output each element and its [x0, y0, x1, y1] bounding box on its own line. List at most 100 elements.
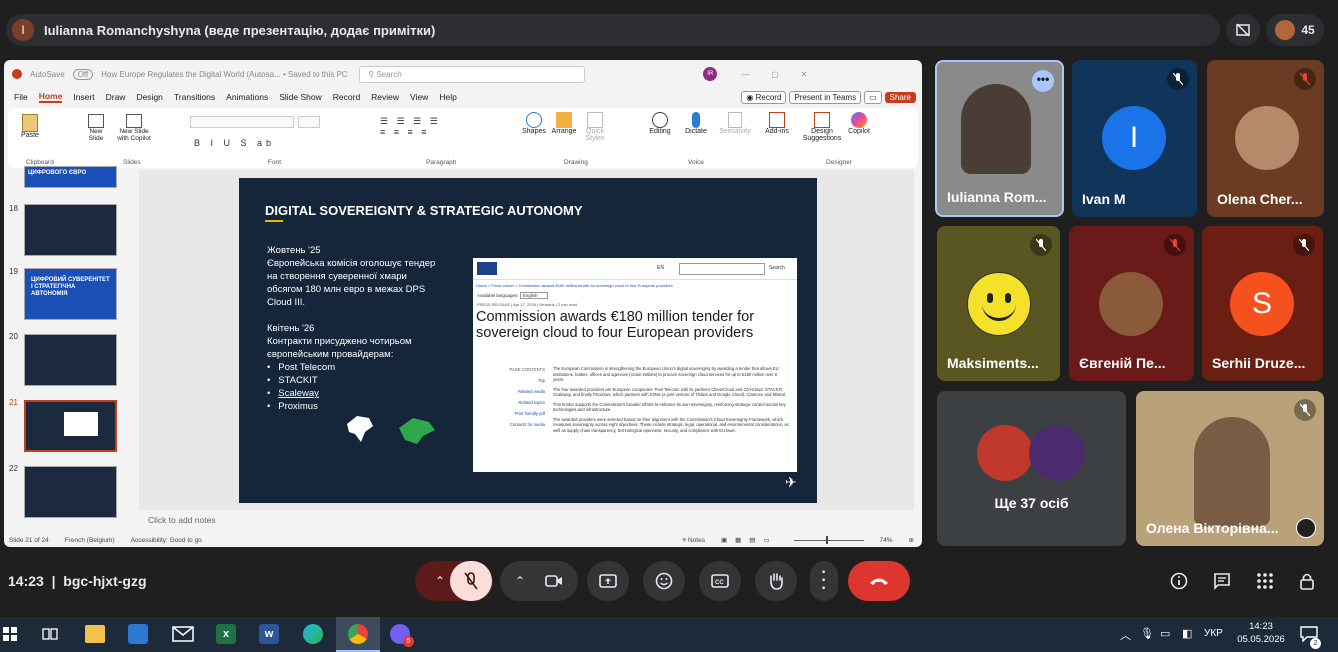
tile-yevhenii[interactable]: Євгеній Пе...	[1069, 226, 1194, 381]
slide-thumb-21[interactable]	[24, 400, 117, 452]
notification-icon[interactable]: 2	[1300, 626, 1321, 649]
menu-home[interactable]: Home	[38, 91, 63, 103]
tile-name: Serhii Druze...	[1212, 355, 1306, 371]
mic-options-chevron[interactable]: ⌃	[435, 574, 445, 588]
participants-button[interactable]: 45	[1266, 14, 1324, 46]
network-icon[interactable]: ◧	[1182, 627, 1192, 640]
editing-button[interactable]: Editing	[646, 112, 674, 135]
tile-ivan[interactable]: I Ivan M	[1072, 60, 1197, 217]
word-icon[interactable]: w	[259, 624, 279, 644]
menu-review[interactable]: Review	[371, 92, 399, 102]
view-buttons[interactable]: ▣▦▤▭	[721, 536, 778, 544]
font-format-buttons[interactable]: B I U S ab	[194, 138, 275, 148]
notes-pane[interactable]: Click to add notes	[139, 512, 914, 530]
tile-serhii[interactable]: S Serhii Druze...	[1202, 226, 1323, 381]
autosave-toggle[interactable]: Off	[72, 68, 94, 80]
present-screen-button[interactable]	[587, 561, 629, 601]
camera-options-chevron[interactable]: ⌃	[515, 574, 525, 588]
windows-start-icon[interactable]	[3, 627, 17, 646]
tile-name: Олена Вікторівна...	[1146, 520, 1279, 536]
tile-iulianna[interactable]: ••• Iulianna Rom...	[935, 60, 1064, 217]
user-avatar[interactable]: IR	[703, 67, 718, 81]
menu-slideshow[interactable]: Slide Show	[279, 92, 322, 102]
raise-hand-button[interactable]	[755, 561, 797, 601]
maximize-icon[interactable]: ▢	[771, 70, 779, 79]
dictate-button[interactable]: Dictate	[682, 112, 710, 135]
current-slide[interactable]: DIGITAL SOVEREIGNTY & STRATEGIC AUTONOMY…	[239, 178, 817, 503]
excel-icon[interactable]: x	[216, 624, 236, 644]
host-controls-icon[interactable]	[1298, 571, 1316, 596]
activities-icon[interactable]	[1256, 572, 1274, 595]
designer-label: Design Suggestions	[802, 128, 842, 142]
zoom-level[interactable]: 74%	[880, 537, 893, 544]
slide-thumb-22[interactable]	[24, 466, 117, 518]
menu-insert[interactable]: Insert	[73, 92, 94, 102]
fit-slide-icon[interactable]: ⊕	[909, 536, 914, 544]
viber-icon[interactable]: 5	[390, 624, 414, 647]
store-icon[interactable]	[128, 624, 148, 644]
sensitivity-button[interactable]: Sensitivity	[718, 112, 752, 135]
leave-call-button[interactable]	[848, 561, 910, 601]
edge-icon[interactable]	[303, 624, 323, 644]
camera-icon[interactable]	[545, 574, 563, 588]
tray-mic-icon[interactable]: 🎙	[1140, 627, 1154, 640]
tile-olena-viktorivna[interactable]: Олена Вікторівна...	[1136, 391, 1324, 546]
share-button[interactable]: Share	[884, 91, 916, 103]
file-explorer-icon[interactable]	[85, 625, 105, 643]
record-button[interactable]: ◉ Record	[741, 90, 787, 104]
quick-styles-button[interactable]: Quick Styles	[582, 112, 608, 142]
mic-toggle-button[interactable]	[450, 561, 492, 601]
present-teams-button[interactable]: Present in Teams	[789, 90, 862, 104]
tile-maksiments[interactable]: Maksiments...	[937, 226, 1060, 381]
ppt-search-box[interactable]: ⚲ Search	[359, 65, 586, 83]
chrome-taskbar-button[interactable]	[336, 617, 380, 652]
designer-button[interactable]: Design Suggestions	[800, 112, 844, 142]
menu-animations[interactable]: Animations	[226, 92, 268, 102]
reactions-button[interactable]	[643, 561, 685, 601]
comments-button[interactable]: ▭	[864, 90, 882, 104]
mail-icon[interactable]	[172, 626, 194, 647]
tile-olena-cher[interactable]: Olena Cher...	[1207, 60, 1324, 217]
slide-thumb-17[interactable]: ЦИФРОВОГО ЄВРО	[24, 166, 117, 188]
slide-thumb-19[interactable]: ЦИФРОВИЙ СУВЕРЕНІТЕТ І СТРАТЕГІЧНА АВТОН…	[24, 268, 117, 320]
slide-thumb-20[interactable]	[24, 334, 117, 386]
new-slide-button[interactable]: New Slide	[84, 114, 108, 142]
notes-toggle[interactable]: ≡ Notes	[682, 537, 705, 544]
captions-button[interactable]: CC	[699, 561, 741, 601]
font-name-box[interactable]	[190, 116, 294, 128]
shot-meta: PRESS RELEASE | Apr 17, 2026 | Brussels …	[477, 302, 577, 307]
zoom-slider[interactable]	[793, 535, 864, 544]
status-accessibility[interactable]: Accessibility: Good to go	[131, 537, 202, 544]
input-language[interactable]: УКР	[1204, 628, 1223, 639]
menu-record[interactable]: Record	[333, 92, 360, 102]
hide-self-view-button[interactable]	[1226, 14, 1260, 46]
pip-icon[interactable]	[1296, 518, 1316, 538]
taskbar-clock[interactable]: 14:23 05.05.2026	[1236, 620, 1286, 646]
tray-chevron-icon[interactable]: ︿	[1120, 627, 1131, 643]
more-options-button[interactable]: · · ·	[810, 561, 838, 601]
menu-transitions[interactable]: Transitions	[174, 92, 215, 102]
menu-file[interactable]: File	[14, 92, 28, 102]
menu-draw[interactable]: Draw	[106, 92, 126, 102]
new-slide-copilot-button[interactable]: New Slide with Copilot	[114, 114, 154, 142]
more-options-icon[interactable]: •••	[1032, 70, 1054, 92]
slide-thumb-18[interactable]	[24, 204, 117, 256]
shapes-button[interactable]: Shapes	[520, 112, 548, 135]
paragraph-buttons[interactable]: ☰ ☰ ☰ ☰ ≡ ≡ ≡ ≡	[380, 116, 441, 137]
minimize-icon[interactable]: —	[741, 70, 749, 79]
status-language[interactable]: French (Belgium)	[65, 537, 115, 544]
meeting-details-icon[interactable]	[1170, 572, 1188, 595]
paste-button[interactable]: Paste	[18, 114, 42, 139]
menu-view[interactable]: View	[410, 92, 428, 102]
menu-help[interactable]: Help	[439, 92, 456, 102]
arrange-button[interactable]: Arrange	[550, 112, 578, 135]
tile-more-people[interactable]: Ще 37 осіб	[937, 391, 1126, 546]
chat-icon[interactable]	[1213, 572, 1231, 595]
copilot-button[interactable]: Copilot	[844, 112, 874, 135]
close-icon[interactable]: ✕	[801, 70, 808, 79]
task-view-icon[interactable]	[42, 626, 58, 647]
add-ins-button[interactable]: Add-ins	[762, 112, 792, 135]
battery-icon[interactable]: ▭	[1160, 627, 1170, 640]
font-size-box[interactable]	[298, 116, 320, 128]
menu-design[interactable]: Design	[136, 92, 162, 102]
